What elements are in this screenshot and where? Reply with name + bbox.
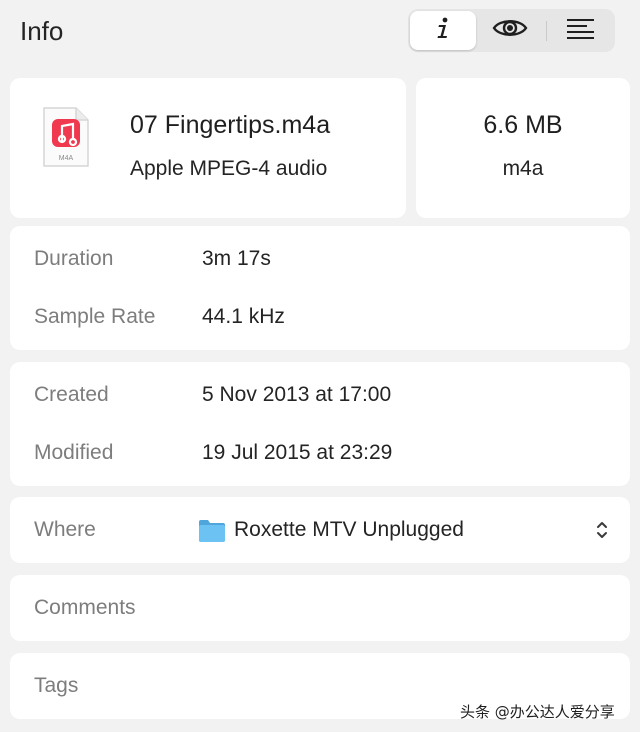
info-icon xyxy=(433,16,453,45)
text-lines-icon xyxy=(566,17,596,44)
file-size: 6.6 MB xyxy=(483,111,563,139)
file-kind: Apple MPEG-4 audio xyxy=(130,157,328,180)
segment-divider xyxy=(546,21,547,41)
file-icon-label: M4A xyxy=(59,155,74,162)
media-info-card: Duration 3m 17s Sample Rate 44.1 kHz xyxy=(10,226,630,350)
duration-label: Duration xyxy=(34,247,114,270)
modified-label: Modified xyxy=(34,441,114,464)
info-view-button[interactable] xyxy=(410,11,476,50)
tags-label: Tags xyxy=(34,674,79,697)
duration-value: 3m 17s xyxy=(202,247,271,270)
details-view-button[interactable] xyxy=(548,11,614,50)
modified-value: 19 Jul 2015 at 23:29 xyxy=(202,441,393,464)
file-size-card: 6.6 MB m4a xyxy=(416,78,630,218)
where-location-popup[interactable]: Roxette MTV Unplugged xyxy=(234,518,464,542)
m4a-file-icon: M4A xyxy=(42,106,90,173)
created-label: Created xyxy=(34,383,109,406)
chevron-up-down-icon[interactable] xyxy=(595,520,609,545)
sample-rate-value: 44.1 kHz xyxy=(202,305,285,328)
sample-rate-label: Sample Rate xyxy=(34,305,156,328)
watermark-text: 头条 @办公达人爱分享 xyxy=(460,703,615,721)
page-title: Info xyxy=(20,16,64,46)
where-label: Where xyxy=(34,518,96,541)
file-name: 07 Fingertips.m4a xyxy=(130,111,331,139)
preview-view-button[interactable] xyxy=(477,11,543,50)
where-card: Where Roxette MTV Unplugged xyxy=(10,497,630,563)
eye-icon xyxy=(492,17,528,44)
dates-card: Created 5 Nov 2013 at 17:00 Modified 19 … xyxy=(10,362,630,486)
comments-label: Comments xyxy=(34,596,136,619)
header-bar: Info xyxy=(0,0,640,64)
comments-card[interactable]: Comments xyxy=(10,575,630,641)
folder-icon xyxy=(198,519,226,548)
file-extension: m4a xyxy=(502,157,544,180)
created-value: 5 Nov 2013 at 17:00 xyxy=(202,383,392,406)
file-summary-card: M4A 07 Fingertips.m4a Apple MPEG-4 audio xyxy=(10,78,406,218)
view-mode-segmented-control xyxy=(408,9,615,52)
